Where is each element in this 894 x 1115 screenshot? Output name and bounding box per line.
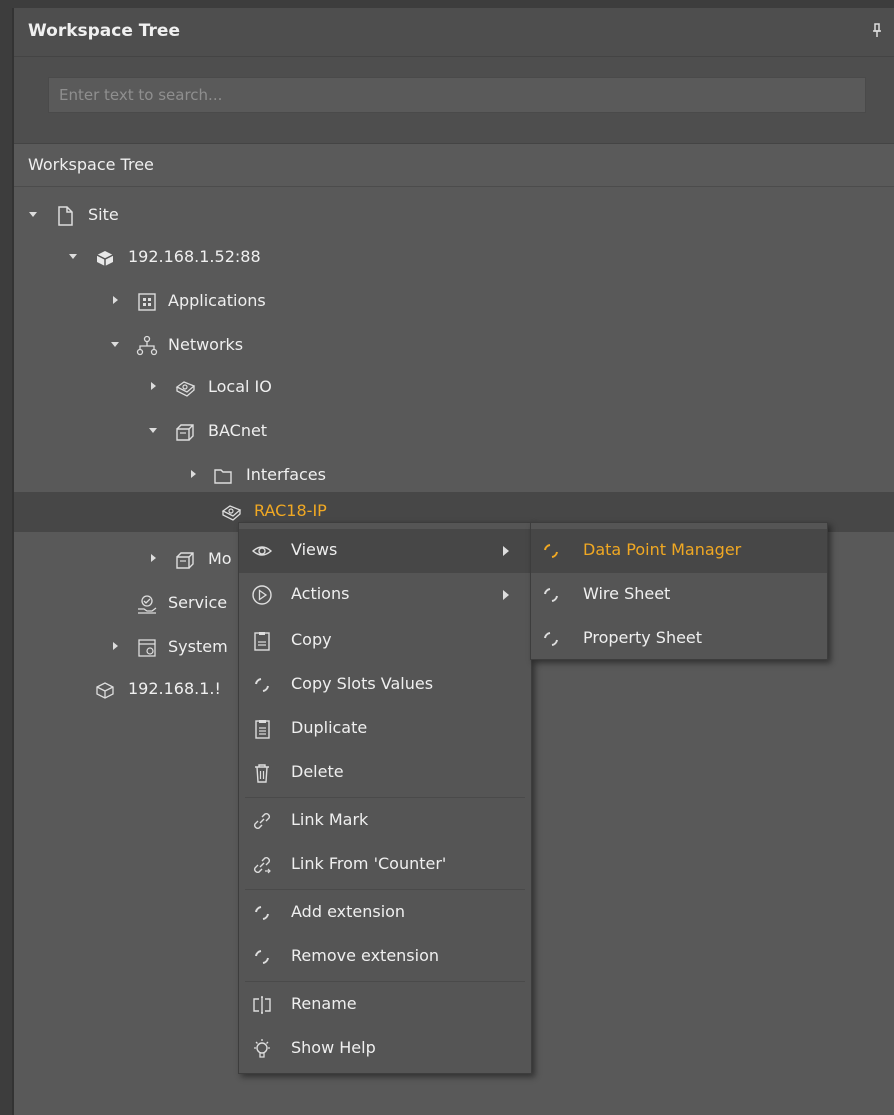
applications-icon: [136, 291, 158, 313]
menu-item-delete[interactable]: Delete: [239, 751, 531, 795]
menu-item-label: Remove extension: [291, 946, 440, 965]
submenu-item-property-sheet[interactable]: Property Sheet: [531, 617, 827, 661]
menu-separator: [245, 981, 525, 982]
pin-icon[interactable]: [872, 22, 882, 40]
loading-icon: [251, 674, 273, 696]
tree-node-label: RAC18-IP: [254, 501, 327, 520]
device-outline-icon: [94, 679, 116, 701]
collapse-toggle-icon[interactable]: [188, 469, 198, 479]
tree-node-networks[interactable]: Networks: [14, 326, 894, 366]
tree-node-local-io[interactable]: Local IO: [14, 368, 894, 408]
local-io-icon: [174, 377, 196, 399]
loading-icon: [541, 585, 561, 605]
search-input[interactable]: [48, 77, 866, 113]
tree-node-label: 192.168.1.52:88: [128, 247, 261, 266]
tree-node-site[interactable]: Site: [14, 196, 894, 236]
tree-header-label: Workspace Tree: [28, 155, 154, 174]
tree-node-interfaces[interactable]: Interfaces: [14, 456, 894, 496]
menu-item-label: Delete: [291, 762, 344, 781]
copy-icon: [251, 630, 273, 652]
menu-item-views[interactable]: Views: [239, 529, 531, 573]
submenu-item-label: Property Sheet: [583, 628, 703, 647]
menu-item-copy-slots-values[interactable]: Copy Slots Values: [239, 663, 531, 707]
tree-node-device[interactable]: 192.168.1.52:88: [14, 238, 894, 278]
menu-item-actions[interactable]: Actions: [239, 573, 531, 617]
link-icon: [251, 810, 273, 832]
menu-separator: [245, 889, 525, 890]
trash-icon: [251, 762, 273, 784]
device-node-icon: [220, 501, 242, 523]
networks-icon: [136, 335, 158, 357]
menu-item-link-from[interactable]: Link From 'Counter': [239, 843, 531, 887]
menu-item-label: Copy Slots Values: [291, 674, 434, 693]
menu-separator: [245, 797, 525, 798]
menu-item-label: Link Mark: [291, 810, 369, 829]
menu-item-label: Duplicate: [291, 718, 368, 737]
services-icon: [136, 593, 158, 615]
eye-icon: [251, 540, 273, 562]
views-submenu: Data Point Manager Wire Sheet Property S…: [530, 522, 828, 660]
bacnet-icon: [174, 421, 196, 443]
tree-node-label: Mo: [208, 549, 232, 568]
menu-item-label: Show Help: [291, 1038, 376, 1057]
submenu-item-label: Data Point Manager: [583, 540, 742, 559]
search-area: [14, 57, 894, 144]
tree-node-label: System: [168, 637, 228, 656]
duplicate-icon: [251, 718, 273, 740]
context-menu: Views Actions Copy Copy Slots Values Dup…: [238, 522, 532, 1074]
folder-icon: [212, 465, 234, 487]
menu-item-label: Actions: [291, 584, 350, 603]
submenu-item-label: Wire Sheet: [583, 584, 671, 603]
menu-item-duplicate[interactable]: Duplicate: [239, 707, 531, 751]
system-icon: [136, 637, 158, 659]
rename-icon: [251, 994, 273, 1016]
tree-node-label: Service: [168, 593, 228, 612]
menu-item-label: Views: [291, 540, 338, 559]
menu-item-label: Rename: [291, 994, 357, 1013]
loading-icon: [541, 541, 561, 561]
expand-toggle-icon[interactable]: [110, 339, 120, 349]
collapse-toggle-icon[interactable]: [148, 381, 158, 391]
play-circle-icon: [251, 584, 273, 606]
menu-item-add-extension[interactable]: Add extension: [239, 891, 531, 935]
tree-node-bacnet[interactable]: BACnet: [14, 412, 894, 452]
device-icon: [94, 247, 116, 269]
submenu-item-wire-sheet[interactable]: Wire Sheet: [531, 573, 827, 617]
tree-header: Workspace Tree: [14, 144, 894, 187]
file-icon: [54, 205, 76, 227]
tree-node-label: Applications: [168, 291, 266, 310]
tree-node-label: BACnet: [208, 421, 268, 440]
menu-item-remove-extension[interactable]: Remove extension: [239, 935, 531, 979]
panel-header: Workspace Tree: [14, 8, 894, 57]
tree-node-applications[interactable]: Applications: [14, 282, 894, 322]
submenu-item-data-point-manager[interactable]: Data Point Manager: [531, 529, 827, 573]
expand-toggle-icon[interactable]: [28, 209, 38, 219]
lightbulb-icon: [251, 1038, 273, 1060]
loading-icon: [541, 629, 561, 649]
tree-node-label: Local IO: [208, 377, 272, 396]
menu-item-show-help[interactable]: Show Help: [239, 1027, 531, 1071]
modbus-icon: [174, 549, 196, 571]
menu-item-rename[interactable]: Rename: [239, 983, 531, 1027]
loading-icon: [251, 902, 273, 924]
collapse-toggle-icon[interactable]: [110, 295, 120, 305]
submenu-arrow-icon: [503, 590, 509, 600]
collapse-toggle-icon[interactable]: [148, 553, 158, 563]
link-from-icon: [251, 854, 273, 876]
collapse-toggle-icon[interactable]: [110, 641, 120, 651]
tree-node-label: Interfaces: [246, 465, 326, 484]
panel-title: Workspace Tree: [28, 21, 180, 41]
tree-node-label: 192.168.1.!: [128, 679, 221, 698]
tree-node-label: Site: [88, 205, 119, 224]
menu-item-label: Copy: [291, 630, 332, 649]
submenu-arrow-icon: [503, 546, 509, 556]
loading-icon: [251, 946, 273, 968]
menu-item-label: Link From 'Counter': [291, 854, 447, 873]
menu-item-copy[interactable]: Copy: [239, 619, 531, 663]
menu-item-link-mark[interactable]: Link Mark: [239, 799, 531, 843]
expand-toggle-icon[interactable]: [68, 251, 78, 261]
menu-item-label: Add extension: [291, 902, 406, 921]
expand-toggle-icon[interactable]: [148, 425, 158, 435]
tree-node-label: Networks: [168, 335, 244, 354]
